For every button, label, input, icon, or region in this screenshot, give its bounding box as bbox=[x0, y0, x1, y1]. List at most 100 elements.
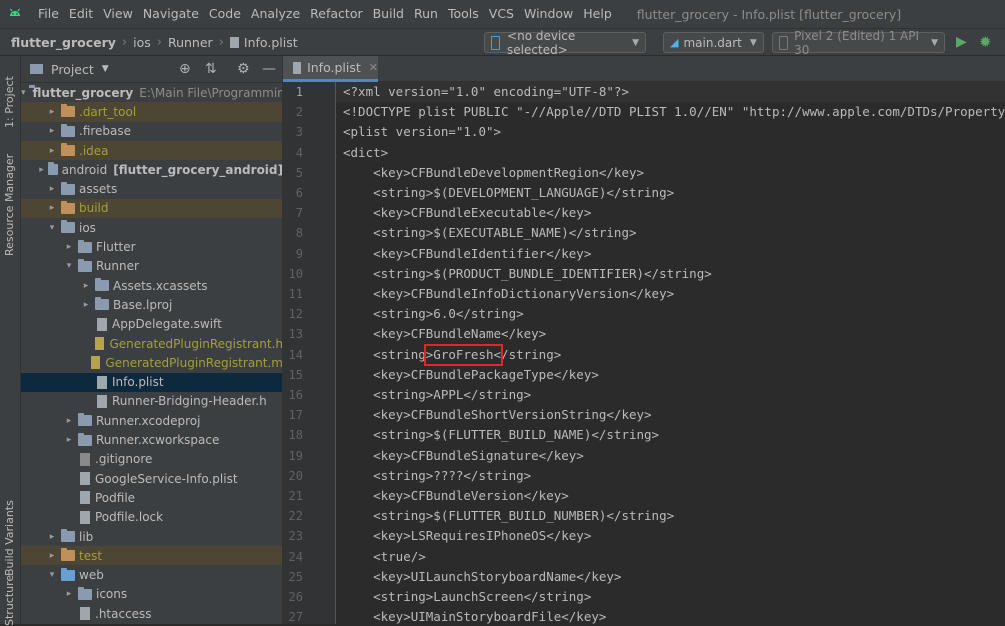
folder-icon bbox=[61, 123, 75, 137]
file-icon bbox=[80, 472, 90, 486]
tree-item[interactable]: GoogleService-Info.plist bbox=[21, 469, 282, 488]
menu-code[interactable]: Code bbox=[204, 0, 246, 28]
tree-item-label: icons bbox=[96, 587, 128, 602]
tree-item[interactable]: Podfile bbox=[21, 488, 282, 507]
run-icon[interactable]: ▶ bbox=[956, 34, 967, 50]
device-selector[interactable]: <no device selected> ▼ bbox=[484, 29, 646, 57]
line-number: 20 bbox=[288, 468, 303, 483]
tab-info-plist[interactable]: Info.plist ✕ bbox=[283, 56, 378, 82]
chevron-down-icon[interactable]: ▾ bbox=[21, 88, 26, 98]
tree-item[interactable]: ▾ ios bbox=[21, 218, 282, 237]
chevron-right-icon[interactable]: ▸ bbox=[46, 146, 58, 156]
run-config-selector[interactable]: ◢ main.dart ▼ bbox=[663, 32, 764, 53]
project-tool-tab[interactable]: 1: Project bbox=[0, 64, 21, 134]
chevron-right-icon[interactable]: ▸ bbox=[63, 435, 75, 445]
folder-icon bbox=[61, 181, 75, 195]
tree-item[interactable]: AppDelegate.swift bbox=[21, 315, 282, 334]
tree-item[interactable]: GeneratedPluginRegistrant.h bbox=[21, 334, 282, 353]
breadcrumb-file[interactable]: Info.plist bbox=[244, 35, 298, 50]
tree-item[interactable]: ▸ icons bbox=[21, 585, 282, 604]
hide-icon[interactable]: — bbox=[262, 61, 276, 77]
menu-vcs[interactable]: VCS bbox=[484, 0, 519, 28]
tree-item[interactable]: Podfile.lock bbox=[21, 508, 282, 527]
chevron-right-icon[interactable]: ▸ bbox=[63, 242, 75, 252]
chevron-right-icon[interactable]: ▸ bbox=[80, 281, 92, 291]
tree-item[interactable]: GeneratedPluginRegistrant.m bbox=[21, 353, 282, 372]
structure-tab[interactable]: Structure bbox=[0, 575, 21, 626]
tree-item[interactable]: ▸ test bbox=[21, 546, 282, 566]
tool-window-strip: 1: Project Resource Manager Build Varian… bbox=[0, 56, 21, 626]
tree-item[interactable]: ▸ Runner.xcworkspace bbox=[21, 430, 282, 449]
line-number-gutter: 1 2 3 4 5 6 7 8 9 10 11 12 13 14 15 16 17 18 19 20 21 22 23 24 2… bbox=[283, 82, 336, 624]
menu-edit[interactable]: Edit bbox=[64, 0, 98, 28]
chevron-down-icon[interactable]: ▾ bbox=[46, 223, 58, 233]
chevron-right-icon[interactable]: ▸ bbox=[46, 107, 58, 117]
gear-icon[interactable]: ⚙ bbox=[237, 61, 250, 77]
navigation-bar: flutter_grocery › ios › Runner › Info.pl… bbox=[0, 28, 1005, 57]
tree-item[interactable]: ▾ web bbox=[21, 566, 282, 585]
file-icon bbox=[97, 317, 107, 331]
close-icon[interactable]: ✕ bbox=[369, 61, 378, 74]
menu-help[interactable]: Help bbox=[578, 0, 617, 28]
folder-icon bbox=[48, 162, 58, 176]
chevron-right-icon[interactable]: ▸ bbox=[63, 589, 75, 599]
menu-tools[interactable]: Tools bbox=[443, 0, 484, 28]
tree-item[interactable]: .gitignore bbox=[21, 450, 282, 469]
menu-window[interactable]: Window bbox=[519, 0, 578, 28]
tree-item[interactable]: ▾ Runner bbox=[21, 257, 282, 276]
tree-item[interactable]: ▸ Base.lproj bbox=[21, 295, 282, 314]
resource-manager-tab[interactable]: Resource Manager bbox=[0, 141, 21, 261]
tree-item[interactable]: .htaccess bbox=[21, 604, 282, 623]
chevron-right-icon[interactable]: ▸ bbox=[38, 165, 46, 175]
code-line: <dict> bbox=[343, 144, 389, 160]
build-variants-tab[interactable]: Build Variants bbox=[0, 481, 21, 581]
menu-bar: File Edit View Navigate Code Analyze Ref… bbox=[0, 0, 1005, 28]
tree-item[interactable]: ▸ assets bbox=[21, 180, 282, 199]
chevron-right-icon[interactable]: ▸ bbox=[46, 532, 58, 542]
line-number: 21 bbox=[288, 489, 303, 503]
tree-item[interactable]: ▸ Runner.xcodeproj bbox=[21, 411, 282, 430]
tree-item[interactable]: ▸ Flutter bbox=[21, 237, 282, 256]
project-view-selector[interactable]: Project bbox=[51, 62, 94, 77]
breadcrumb-runner[interactable]: Runner bbox=[168, 35, 213, 50]
chevron-right-icon[interactable]: ▸ bbox=[80, 300, 92, 310]
tree-item[interactable]: ▸ android [flutter_grocery_android] bbox=[21, 160, 283, 179]
tree-item-label: Flutter bbox=[96, 240, 136, 255]
menu-view[interactable]: View bbox=[98, 0, 138, 28]
folder-icon bbox=[61, 548, 75, 562]
folder-icon bbox=[95, 278, 109, 292]
tree-item[interactable]: ▸ .idea bbox=[21, 140, 282, 161]
chevron-right-icon[interactable]: ▸ bbox=[46, 184, 58, 194]
menu-refactor[interactable]: Refactor bbox=[305, 0, 367, 28]
tree-item[interactable]: ▸ .dart_tool bbox=[21, 102, 282, 122]
tree-item[interactable]: Runner-Bridging-Header.h bbox=[21, 392, 282, 411]
chevron-right-icon[interactable]: ▸ bbox=[63, 416, 75, 426]
menu-build[interactable]: Build bbox=[368, 0, 409, 28]
file-icon bbox=[97, 375, 107, 389]
tree-item[interactable]: ▾ flutter_grocery E:\Main File\Programming bbox=[21, 83, 282, 102]
chevron-right-icon[interactable]: ▸ bbox=[46, 126, 58, 136]
locate-icon[interactable]: ⊕ bbox=[179, 61, 191, 77]
tree-item[interactable]: ▸ lib bbox=[21, 527, 282, 546]
tree-item[interactable]: ▸ build bbox=[21, 198, 282, 219]
menu-file[interactable]: File bbox=[33, 0, 64, 28]
structure-tab-label: Structure bbox=[3, 574, 16, 626]
chevron-right-icon[interactable]: ▸ bbox=[46, 203, 58, 213]
breadcrumb-project[interactable]: flutter_grocery bbox=[11, 35, 116, 50]
code-line: <key>CFBundleShortVersionString</key> bbox=[343, 407, 652, 423]
debug-icon[interactable]: ✹ bbox=[979, 33, 992, 51]
breadcrumb-ios[interactable]: ios bbox=[133, 35, 151, 50]
tree-item[interactable]: ▸ .firebase bbox=[21, 122, 282, 141]
chevron-down-icon[interactable]: ▾ bbox=[46, 570, 58, 580]
chevron-right-icon[interactable]: ▸ bbox=[46, 551, 58, 561]
menu-analyze[interactable]: Analyze bbox=[246, 0, 305, 28]
code-editor[interactable]: <?xml version="1.0" encoding="UTF-8"?> <!… bbox=[336, 82, 1005, 624]
emulator-selector[interactable]: Pixel 2 (Edited) 1 API 30 ▼ bbox=[772, 29, 945, 57]
tree-item[interactable]: ▸ Assets.xcassets bbox=[21, 276, 282, 295]
tree-item-extra: [flutter_grocery_android] bbox=[113, 162, 283, 177]
chevron-down-icon[interactable]: ▾ bbox=[63, 261, 75, 271]
tree-item[interactable]: Info.plist bbox=[21, 372, 282, 392]
collapse-all-icon[interactable]: ⇅ bbox=[205, 61, 217, 77]
menu-navigate[interactable]: Navigate bbox=[138, 0, 204, 28]
menu-run[interactable]: Run bbox=[409, 0, 443, 28]
